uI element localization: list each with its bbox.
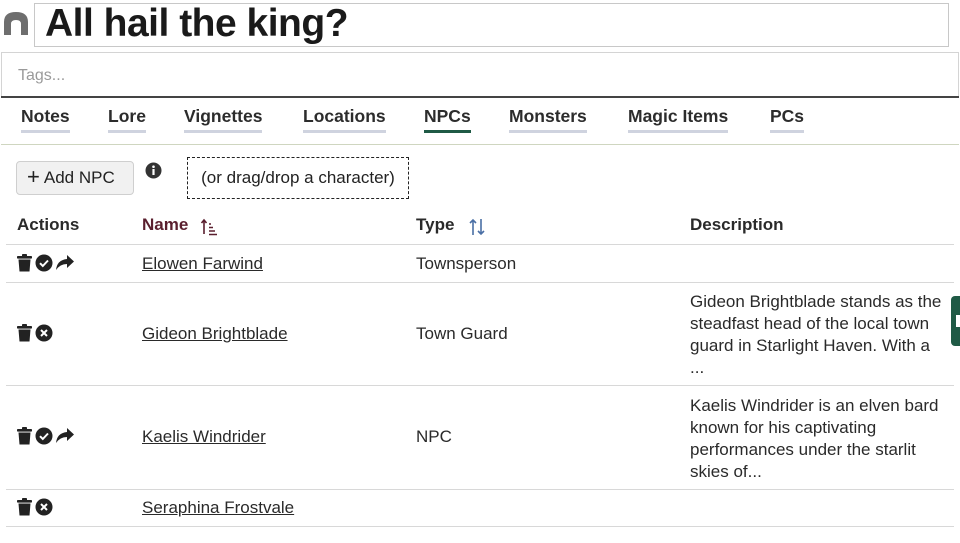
- plus-icon: +: [27, 164, 40, 189]
- x-circle-icon[interactable]: [35, 324, 53, 342]
- row-actions: [16, 427, 75, 445]
- column-header-description: Description: [690, 215, 784, 234]
- info-icon[interactable]: [145, 162, 162, 179]
- row-actions: [16, 324, 53, 342]
- character-drop-zone[interactable]: (or drag/drop a character): [187, 157, 409, 199]
- add-npc-label: Add NPC: [43, 168, 115, 187]
- column-header-actions: Actions: [17, 215, 80, 234]
- tab-notes[interactable]: Notes: [21, 106, 70, 133]
- npc-description: Gideon Brightblade stands as the steadfa…: [690, 292, 942, 377]
- sort-ascending-icon[interactable]: [200, 217, 220, 237]
- column-header-name[interactable]: Name: [142, 215, 188, 235]
- trash-icon[interactable]: [16, 254, 33, 272]
- title-row: All hail the king?: [0, 0, 960, 50]
- row-divider: [6, 526, 954, 527]
- npc-name-link[interactable]: Seraphina Frostvale: [142, 498, 294, 518]
- tab-vignettes[interactable]: Vignettes: [184, 106, 263, 133]
- npc-name-link[interactable]: Kaelis Windrider: [142, 427, 266, 447]
- tags-placeholder: Tags...: [18, 67, 66, 84]
- tab-magic-items[interactable]: Magic Items: [628, 106, 729, 133]
- trash-icon[interactable]: [16, 427, 33, 445]
- sort-both-icon[interactable]: [467, 217, 487, 237]
- page-title[interactable]: All hail the king?: [45, 2, 349, 46]
- home-icon[interactable]: [2, 10, 30, 36]
- tab-lore[interactable]: Lore: [108, 106, 146, 133]
- row-actions: [16, 254, 75, 272]
- trash-icon[interactable]: [16, 498, 33, 516]
- npc-type: Townsperson: [416, 254, 517, 273]
- x-circle-icon[interactable]: [35, 498, 53, 516]
- npc-type: NPC: [416, 427, 452, 446]
- tab-monsters[interactable]: Monsters: [509, 106, 587, 133]
- title-field[interactable]: All hail the king?: [34, 2, 949, 47]
- row-divider: [6, 489, 954, 490]
- npc-description: Kaelis Windrider is an elven bard known …: [690, 396, 939, 481]
- npc-name-link[interactable]: Gideon Brightblade: [142, 324, 288, 344]
- share-icon[interactable]: [55, 254, 75, 272]
- tab-locations[interactable]: Locations: [303, 106, 386, 133]
- check-circle-icon[interactable]: [35, 427, 53, 445]
- drop-hint: (or drag/drop a character): [201, 168, 395, 187]
- side-panel-toggle[interactable]: [951, 296, 960, 346]
- row-divider: [6, 385, 954, 386]
- npc-name-link[interactable]: Elowen Farwind: [142, 254, 263, 274]
- add-npc-button[interactable]: + Add NPC: [16, 161, 134, 195]
- tab-bar: Notes Lore Vignettes Locations NPCs Mons…: [1, 96, 959, 145]
- trash-icon[interactable]: [16, 324, 33, 342]
- row-divider: [6, 282, 954, 283]
- column-header-type[interactable]: Type: [416, 215, 454, 235]
- row-actions: [16, 498, 53, 516]
- header-divider: [6, 244, 954, 245]
- tab-npcs[interactable]: NPCs: [418, 100, 477, 133]
- check-circle-icon[interactable]: [35, 254, 53, 272]
- tags-input[interactable]: Tags...: [1, 52, 959, 96]
- share-icon[interactable]: [55, 427, 75, 445]
- tab-pcs[interactable]: PCs: [770, 106, 805, 133]
- npc-type: Town Guard: [416, 324, 508, 343]
